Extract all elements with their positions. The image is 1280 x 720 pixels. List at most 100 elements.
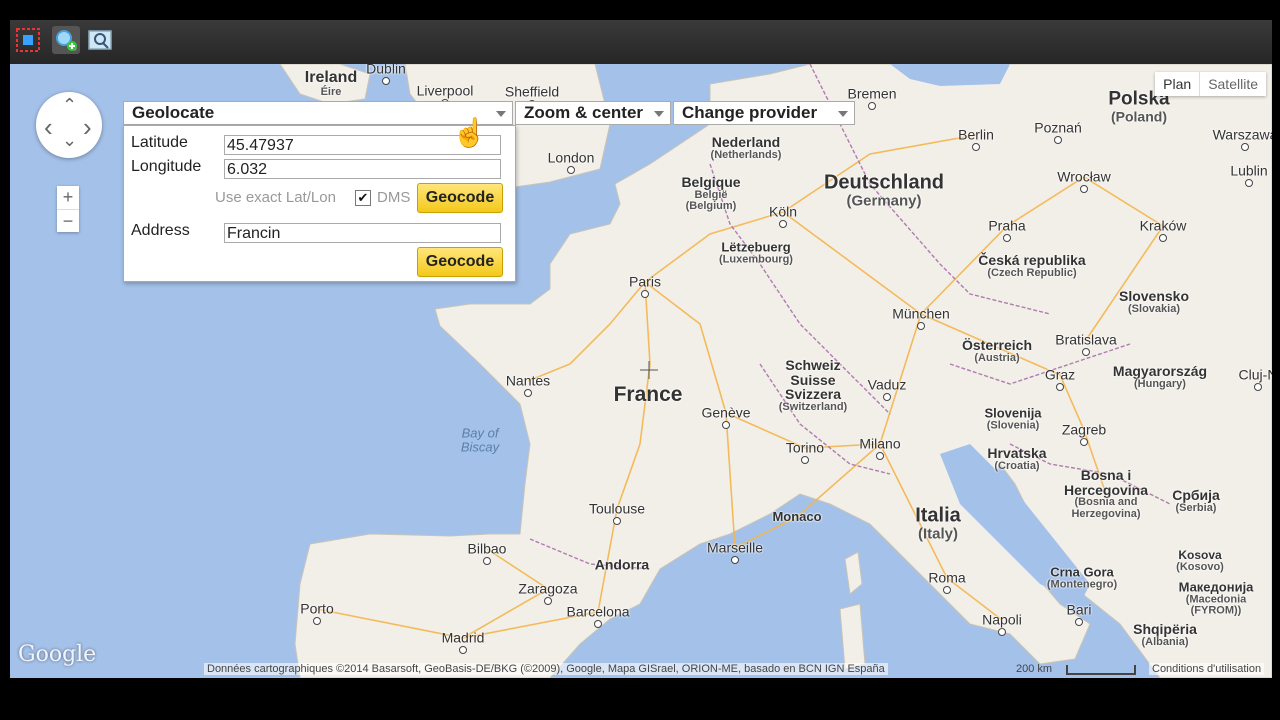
city-marker <box>641 290 649 298</box>
country-subname: (Albania) <box>1141 635 1189 648</box>
country-name: Monaco <box>772 509 822 525</box>
chevron-down-icon <box>496 111 506 117</box>
city-marker <box>1054 136 1062 144</box>
country-subname: (Macedonia (FYROM)) <box>1185 593 1247 617</box>
map-type-satellite[interactable]: Satellite <box>1199 72 1266 96</box>
pan-control[interactable]: ⌃ ⌄ ‹ › <box>36 92 102 158</box>
country-subname: (Italy) <box>917 525 959 543</box>
city-marker <box>1245 179 1253 187</box>
country-subname: (Bosnia and Herzegovina) <box>1071 496 1141 520</box>
country-label: Hrvatska (Croatia) <box>987 446 1046 472</box>
country-name: Schweiz Suisse Svizzera <box>784 357 842 403</box>
city-label: Wrocław <box>1057 168 1111 185</box>
city-label: Roma <box>928 569 966 586</box>
map-attribution: Données cartographiques ©2014 Basarsoft,… <box>204 663 888 675</box>
city-marker <box>567 166 575 174</box>
zoom-in-button[interactable]: + <box>57 186 79 209</box>
city-marker <box>868 102 876 110</box>
city-label: Barcelona <box>566 603 630 620</box>
pan-down-icon[interactable]: ⌄ <box>62 130 77 151</box>
city-marker <box>594 620 602 628</box>
country-label: Schweiz Suisse Svizzera (Switzerland) <box>779 358 847 414</box>
country-name: Italia <box>915 504 961 527</box>
country-label: Česká republika (Czech Republic) <box>978 253 1085 279</box>
city-marker <box>382 77 390 85</box>
pan-right-icon[interactable]: › <box>83 112 92 143</box>
address-field[interactable]: Francin <box>224 223 501 243</box>
country-name: Bosna i Hercegovina <box>1063 466 1149 498</box>
tool-tabs: Geolocate Zoom & center Change provider <box>123 101 857 125</box>
country-label: Македонија (Macedonia (FYROM)) <box>1178 579 1254 618</box>
country-subname: (Serbia) <box>1175 501 1217 514</box>
city-label: Liverpool <box>416 82 474 99</box>
map-type-control: Plan Satellite <box>1155 72 1266 96</box>
country-name: Македонија <box>1178 579 1254 595</box>
search-add-icon[interactable] <box>52 26 80 54</box>
city-label: Graz <box>1044 366 1076 383</box>
country-label: Ireland Éire <box>305 69 357 98</box>
center-crosshair-icon <box>640 361 658 379</box>
image-search-icon[interactable] <box>86 26 114 54</box>
pan-up-icon[interactable]: ⌃ <box>62 95 77 116</box>
select-area-icon[interactable] <box>14 26 42 54</box>
tab-zoom-center[interactable]: Zoom & center <box>515 101 671 125</box>
country-name: Magyarország <box>1112 362 1208 379</box>
geocode-address-button[interactable]: Geocode <box>417 247 503 277</box>
city-label: Nantes <box>505 372 551 389</box>
country-subname: (Austria) <box>974 351 1020 364</box>
country-label: Србија (Serbia) <box>1172 488 1220 514</box>
country-label: Nederland (Netherlands) <box>711 135 782 161</box>
scale-label: 200 km <box>1016 663 1053 675</box>
latitude-label: Latitude <box>131 134 188 151</box>
city-marker <box>1082 348 1090 356</box>
hand-cursor-icon: ☝ <box>452 117 487 148</box>
country-name: Andorra <box>594 556 650 573</box>
city-label: London <box>547 149 595 166</box>
country-label: Bosna i Hercegovina (Bosnia and Herzegovina… <box>1063 466 1149 520</box>
country-subname: Éire <box>320 85 342 98</box>
city-label: Zaragoza <box>518 580 578 597</box>
terms-link[interactable]: Conditions d'utilisation <box>1149 663 1265 675</box>
city-marker <box>731 556 739 564</box>
country-name: Kosova <box>1178 547 1222 562</box>
country-subname: België (Belgium) <box>685 188 737 213</box>
map[interactable]: France Deutschland (Germany) Italia (Italy) P… <box>10 64 1272 678</box>
pan-left-icon[interactable]: ‹ <box>44 112 53 143</box>
longitude-field[interactable]: 6.032 <box>224 159 501 179</box>
country-name: Österreich <box>961 336 1033 353</box>
city-label: Cluj-N <box>1238 366 1272 383</box>
country-subname: (Croatia) <box>994 459 1040 472</box>
city-marker <box>313 617 321 625</box>
country-label: Shqipëria (Albania) <box>1133 622 1197 648</box>
country-subname: (Kosovo) <box>1176 560 1224 573</box>
city-label: Poznań <box>1034 119 1082 136</box>
chevron-down-icon <box>654 111 664 117</box>
city-label: Genève <box>701 404 751 421</box>
country-subname: (Germany) <box>846 192 922 210</box>
city-marker <box>1080 185 1088 193</box>
tab-geolocate-label: Geolocate <box>132 103 215 122</box>
city-label: Napoli <box>982 611 1022 628</box>
country-label: Kosova (Kosovo) <box>1176 549 1224 573</box>
city-marker <box>1159 234 1167 242</box>
country-label: Magyarország (Hungary) <box>1113 364 1207 390</box>
city-label: Warszawa <box>1212 126 1272 143</box>
map-footer: Données cartographiques ©2014 Basarsoft,… <box>10 662 1272 678</box>
map-type-plan[interactable]: Plan <box>1155 72 1199 96</box>
country-name: Hrvatska <box>987 444 1047 461</box>
city-label: Torino <box>785 439 825 456</box>
city-marker <box>779 220 787 228</box>
zoom-out-button[interactable]: − <box>57 209 79 233</box>
country-name: Slovensko <box>1118 287 1190 304</box>
zoom-control: + − <box>57 186 79 232</box>
city-marker <box>1003 234 1011 242</box>
dms-checkbox[interactable]: ✔ <box>355 190 371 206</box>
tab-change-provider[interactable]: Change provider <box>673 101 855 125</box>
city-label: Paris <box>629 273 661 290</box>
country-name: Lëtzebuerg <box>721 239 791 255</box>
city-marker <box>722 421 730 429</box>
geocode-latlon-button[interactable]: Geocode <box>417 183 503 213</box>
city-label: Praha <box>988 217 1026 234</box>
city-marker <box>1075 618 1083 626</box>
country-name: Česká republika <box>978 251 1086 268</box>
